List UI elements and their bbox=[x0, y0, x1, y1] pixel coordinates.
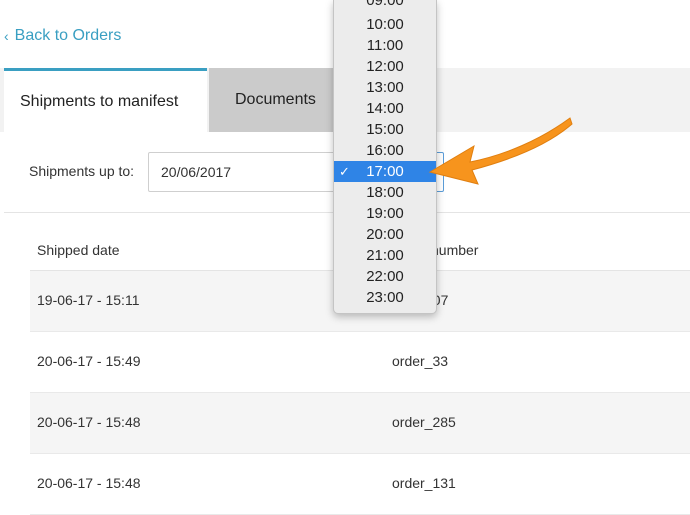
time-option[interactable]: 22:00 bbox=[334, 266, 436, 287]
column-header-shipped-date: Shipped date bbox=[37, 242, 120, 258]
time-option[interactable]: 12:00 bbox=[334, 56, 436, 77]
checkmark-icon: ✓ bbox=[339, 164, 350, 179]
table-row[interactable]: 20-06-17 - 15:48 order_131 bbox=[30, 454, 690, 515]
time-option[interactable]: 13:00 bbox=[334, 77, 436, 98]
selected-time-label: 17:00 bbox=[366, 163, 404, 180]
time-option[interactable]: 18:00 bbox=[334, 182, 436, 203]
time-option[interactable]: 20:00 bbox=[334, 224, 436, 245]
table-row[interactable]: 20-06-17 - 15:49 order_33 bbox=[30, 332, 690, 393]
time-option[interactable]: 19:00 bbox=[334, 203, 436, 224]
back-to-orders-link[interactable]: ‹ Back to Orders bbox=[4, 27, 121, 45]
tab-documents[interactable]: Documents bbox=[209, 68, 333, 132]
time-option[interactable]: 16:00 bbox=[334, 140, 436, 161]
time-option[interactable]: 11:00 bbox=[334, 35, 436, 56]
shipped-date-cell: 20-06-17 - 15:48 bbox=[37, 475, 141, 491]
shipments-up-to-label: Shipments up to: bbox=[29, 163, 135, 179]
shipped-date-cell: 19-06-17 - 15:11 bbox=[37, 292, 140, 308]
time-option[interactable]: 21:00 bbox=[334, 245, 436, 266]
time-dropdown-menu: 09:00 10:00 11:00 12:00 13:00 14:00 15:0… bbox=[333, 0, 437, 314]
time-option-selected[interactable]: ✓ 17:00 bbox=[334, 161, 436, 182]
table-row[interactable]: 20-06-17 - 15:48 order_285 bbox=[30, 393, 690, 454]
time-option[interactable]: 09:00 bbox=[334, 0, 436, 11]
column-header-order-number: number bbox=[431, 242, 479, 258]
order-number-cell: order_131 bbox=[392, 475, 456, 491]
chevron-left-icon: ‹ bbox=[4, 28, 9, 44]
back-link-label: Back to Orders bbox=[14, 27, 122, 44]
order-number-cell: order_33 bbox=[392, 353, 449, 369]
time-option[interactable]: 15:00 bbox=[334, 119, 436, 140]
tab-shipments-to-manifest[interactable]: Shipments to manifest bbox=[4, 68, 207, 132]
shipped-date-cell: 20-06-17 - 15:49 bbox=[37, 353, 141, 369]
shipped-date-cell: 20-06-17 - 15:48 bbox=[37, 414, 141, 430]
order-number-cell: order_285 bbox=[392, 414, 456, 430]
time-option[interactable]: 23:00 bbox=[334, 287, 436, 308]
time-option[interactable]: 10:00 bbox=[334, 14, 436, 35]
time-option[interactable]: 14:00 bbox=[334, 98, 436, 119]
